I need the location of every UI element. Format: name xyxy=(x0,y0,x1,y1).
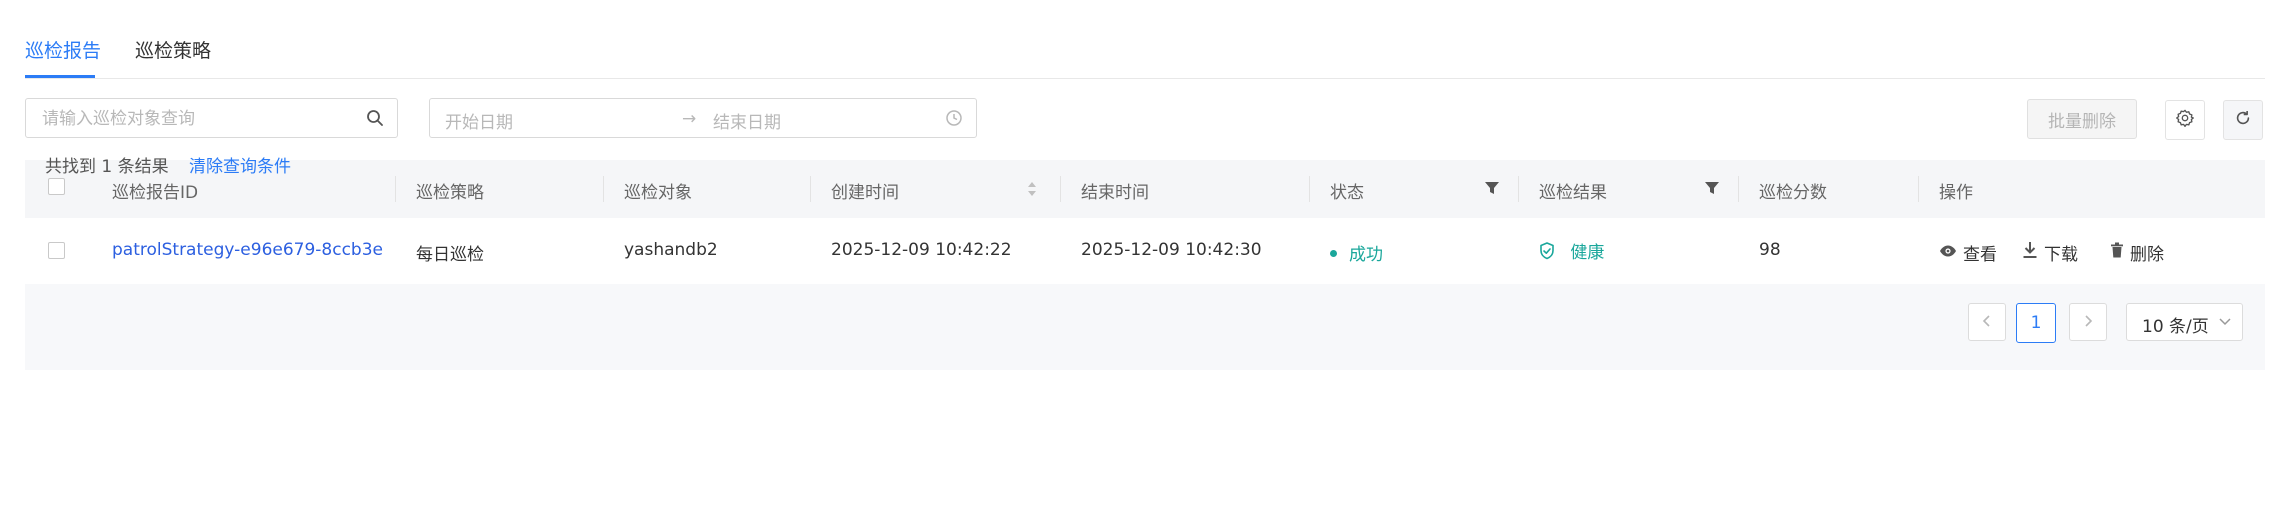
table-row: patrolStrategy-e96e679-8ccb3e 每日巡检 yasha… xyxy=(25,218,2265,285)
column-divider xyxy=(1060,176,1061,202)
result-label: 健康 xyxy=(1570,243,1605,263)
result-count: 共找到 1 条结果 xyxy=(45,157,169,177)
end-date-field[interactable]: 结束日期 xyxy=(713,108,781,133)
download-icon xyxy=(2022,241,2038,264)
refresh-button[interactable] xyxy=(2223,100,2263,140)
column-divider xyxy=(1309,176,1310,202)
search-input[interactable] xyxy=(40,107,354,131)
start-date-field[interactable]: 开始日期 xyxy=(445,108,513,133)
column-divider xyxy=(1518,176,1519,202)
target-cell: yashandb2 xyxy=(624,240,718,260)
trash-icon xyxy=(2110,242,2124,263)
table-header: 巡检报告ID 巡检策略 巡检对象 创建时间 结束时间 状态 巡检结果 巡检分数 … xyxy=(25,160,2265,218)
column-header-status: 状态 xyxy=(1330,183,1364,203)
column-header-report-id: 巡检报告ID xyxy=(112,183,199,203)
status-badge: 成功 xyxy=(1349,245,1383,265)
page-number-current[interactable]: 1 xyxy=(2016,303,2056,343)
download-button[interactable]: 下载 xyxy=(2022,240,2078,265)
column-header-created[interactable]: 创建时间 xyxy=(831,178,899,203)
column-divider xyxy=(395,176,396,202)
view-label: 查看 xyxy=(1963,245,1997,265)
column-divider xyxy=(603,176,604,202)
shield-check-icon xyxy=(1539,242,1560,265)
eye-icon xyxy=(1939,243,1957,263)
refresh-icon xyxy=(2234,109,2252,131)
active-tab-indicator xyxy=(25,75,95,78)
date-range-arrow: → xyxy=(682,109,697,129)
column-header-actions: 操作 xyxy=(1939,183,1973,203)
settings-button[interactable] xyxy=(2165,100,2205,140)
column-divider xyxy=(1738,176,1739,202)
view-button[interactable]: 查看 xyxy=(1939,240,1997,265)
clock-icon xyxy=(945,109,963,131)
download-label: 下载 xyxy=(2044,245,2078,265)
prev-page-button[interactable] xyxy=(1968,303,2006,341)
column-header-result: 巡检结果 xyxy=(1539,183,1607,203)
score-cell: 98 xyxy=(1759,240,1781,260)
status-cell: 成功 xyxy=(1330,240,1383,265)
row-checkbox[interactable] xyxy=(48,242,65,259)
column-header-ended: 结束时间 xyxy=(1081,183,1149,203)
page-size-value: 10 条/页 xyxy=(2142,317,2209,337)
filter-icon[interactable] xyxy=(1484,180,1500,200)
tab-patrol-report[interactable]: 巡检报告 xyxy=(25,36,101,63)
chevron-down-icon xyxy=(2218,313,2232,333)
chevron-left-icon xyxy=(1982,313,1992,332)
column-divider xyxy=(1918,176,1919,202)
created-time-cell: 2025-12-09 10:42:22 xyxy=(831,240,1012,260)
tab-bar: 巡检报告 巡检策略 xyxy=(25,0,2265,79)
search-icon[interactable] xyxy=(366,109,384,131)
delete-label: 删除 xyxy=(2130,245,2164,265)
tab-patrol-strategy[interactable]: 巡检策略 xyxy=(135,36,211,63)
chevron-right-icon xyxy=(2083,313,2093,332)
delete-button[interactable]: 删除 xyxy=(2110,240,2164,265)
date-range-picker[interactable]: 开始日期 → 结束日期 xyxy=(429,98,977,138)
filter-icon[interactable] xyxy=(1704,180,1720,200)
status-dot xyxy=(1330,249,1337,257)
search-box xyxy=(25,98,398,138)
batch-delete-button[interactable]: 批量删除 xyxy=(2027,99,2137,139)
column-header-target: 巡检对象 xyxy=(624,183,692,203)
clear-filters-link[interactable]: 清除查询条件 xyxy=(189,152,291,177)
next-page-button[interactable] xyxy=(2069,303,2107,341)
select-all-checkbox[interactable] xyxy=(48,178,65,195)
page-size-select[interactable]: 10 条/页 xyxy=(2126,303,2243,341)
column-header-score: 巡检分数 xyxy=(1759,183,1827,203)
strategy-cell: 每日巡检 xyxy=(416,245,484,265)
result-cell: 健康 xyxy=(1539,238,1604,263)
gear-icon xyxy=(2176,109,2194,131)
ended-time-cell: 2025-12-09 10:42:30 xyxy=(1081,240,1262,260)
sort-icon[interactable] xyxy=(1027,180,1037,202)
table-footer xyxy=(25,284,2265,370)
report-id-link[interactable]: patrolStrategy-e96e679-8ccb3e xyxy=(112,240,383,260)
column-divider xyxy=(810,176,811,202)
column-header-strategy: 巡检策略 xyxy=(416,183,484,203)
